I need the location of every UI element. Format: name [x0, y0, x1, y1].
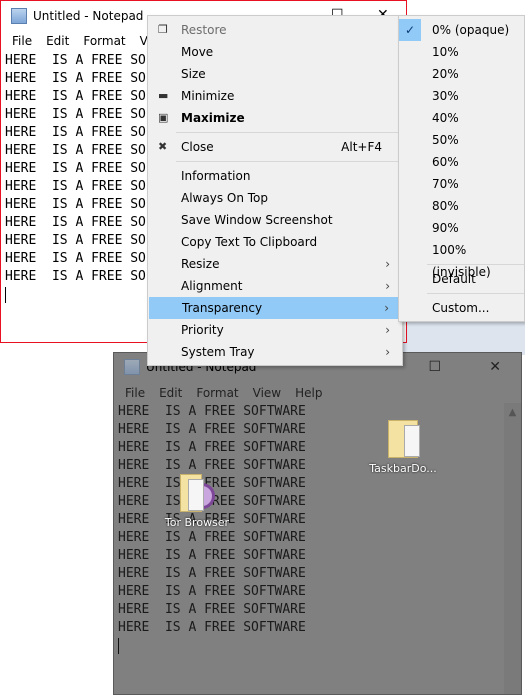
menu-item-information[interactable]: Information	[148, 165, 402, 187]
maximize-icon[interactable]: ☐	[428, 359, 441, 375]
notepad-icon	[124, 359, 140, 375]
menu-item-system-tray[interactable]: System Tray ›	[148, 341, 402, 363]
menu-file[interactable]: File	[5, 34, 39, 48]
text-line: HERE IS A FREE SO	[5, 161, 146, 176]
close-icon: ✖	[158, 140, 168, 153]
tor-icon	[189, 483, 215, 509]
text-line: HERE IS A FREE SOFTWARE	[118, 530, 306, 545]
text-caret	[5, 287, 6, 303]
text-area[interactable]: HERE IS A FREE SO HERE IS A FREE SO HERE I…	[5, 52, 146, 303]
text-line: HERE IS A FREE SO	[5, 107, 146, 122]
text-line: HERE IS A FREE SO	[5, 197, 146, 212]
menu-item-transparency-option[interactable]: 10%	[399, 41, 524, 63]
text-line: HERE IS A FREE SO	[5, 215, 146, 230]
chevron-right-icon: ›	[385, 323, 390, 337]
text-line: HERE IS A FREE SOFTWARE	[118, 422, 306, 437]
menu-item-restore[interactable]: ❐ Restore	[148, 19, 402, 41]
menu-help[interactable]: Help	[288, 386, 329, 400]
menu-item-move[interactable]: Move	[148, 41, 402, 63]
window-context-menu: ❐ Restore Move Size ▬ Minimize ▣ Maximize ✖…	[147, 15, 403, 366]
menu-item-transparency-option[interactable]: ✓ 0% (opaque)	[399, 19, 524, 41]
desktop-icon-label: Tor Browser	[164, 516, 230, 529]
menu-item-minimize[interactable]: ▬ Minimize	[148, 85, 402, 107]
menu-item-transparency-option[interactable]: 60%	[399, 151, 524, 173]
menu-item-transparency-option[interactable]: 30%	[399, 85, 524, 107]
menu-item-copy-text[interactable]: Copy Text To Clipboard	[148, 231, 402, 253]
chevron-right-icon: ›	[384, 301, 389, 315]
text-line: HERE IS A FREE SOFTWARE	[118, 440, 306, 455]
text-line: HERE IS A FREE SO	[5, 71, 146, 86]
menu-item-custom[interactable]: Custom...	[399, 297, 524, 319]
desktop-icon-label: TaskbarDo...	[369, 462, 437, 475]
shortcut-label: Alt+F4	[341, 140, 382, 154]
menu-item-transparency[interactable]: Transparency ›	[149, 297, 401, 319]
text-line: HERE IS A FREE SO	[5, 53, 146, 68]
menu-edit[interactable]: Edit	[152, 386, 189, 400]
separator	[176, 132, 402, 133]
text-caret	[118, 638, 119, 654]
folder-icon	[388, 420, 420, 458]
menu-item-transparency-option[interactable]: 50%	[399, 129, 524, 151]
menu-format[interactable]: Format	[189, 386, 245, 400]
text-line: HERE IS A FREE SO	[5, 251, 146, 266]
menu-item-always-on-top[interactable]: Always On Top	[148, 187, 402, 209]
text-line: HERE IS A FREE SO	[5, 125, 146, 140]
text-line: HERE IS A FREE SOFTWARE	[118, 548, 306, 563]
scroll-up-icon[interactable]: ▲	[504, 407, 521, 418]
separator	[176, 161, 402, 162]
window-title: Untitled - Notepad	[33, 9, 144, 23]
menu-item-transparency-option[interactable]: 100% (invisible)	[399, 239, 524, 279]
vertical-scrollbar[interactable]: ▲	[504, 403, 521, 694]
menu-item-priority[interactable]: Priority ›	[148, 319, 402, 341]
menu-edit[interactable]: Edit	[39, 34, 76, 48]
menu-bar: File Edit Format View Help	[114, 383, 521, 403]
maximize-icon: ▣	[158, 111, 169, 124]
text-line: HERE IS A FREE SOFTWARE	[118, 404, 306, 419]
menu-item-close[interactable]: ✖ Close Alt+F4	[148, 136, 402, 158]
close-icon[interactable]: ✕	[489, 359, 501, 375]
restore-icon: ❐	[158, 23, 168, 36]
chevron-right-icon: ›	[385, 345, 390, 359]
menu-item-maximize[interactable]: ▣ Maximize	[148, 107, 402, 129]
chevron-right-icon: ›	[385, 257, 390, 271]
menu-item-transparency-option[interactable]: 40%	[399, 107, 524, 129]
desktop-icon-folder[interactable]: TaskbarDo...	[368, 420, 438, 475]
menu-item-transparency-option[interactable]: 20%	[399, 63, 524, 85]
desktop-icon-tor-browser[interactable]: Tor Browser	[162, 474, 232, 529]
menu-item-alignment[interactable]: Alignment ›	[148, 275, 402, 297]
text-line: HERE IS A FREE SOFTWARE	[118, 620, 306, 635]
menu-item-transparency-option[interactable]: 90%	[399, 217, 524, 239]
text-line: HERE IS A FREE SO	[5, 143, 146, 158]
transparency-submenu: ✓ 0% (opaque) 10% 20% 30% 40% 50% 60% 70% 80% 90% 1…	[398, 15, 525, 322]
menu-item-save-screenshot[interactable]: Save Window Screenshot	[148, 209, 402, 231]
desktop-background	[403, 320, 525, 355]
menu-file[interactable]: File	[118, 386, 152, 400]
text-line: HERE IS A FREE SOFTWARE	[118, 458, 306, 473]
menu-view[interactable]: View	[246, 386, 288, 400]
text-line: HERE IS A FREE SOFTWARE	[118, 584, 306, 599]
menu-format[interactable]: Format	[76, 34, 132, 48]
text-line: HERE IS A FREE SO	[5, 233, 146, 248]
separator	[427, 293, 524, 294]
text-line: HERE IS A FREE SO	[5, 89, 146, 104]
text-line: HERE IS A FREE SOFTWARE	[118, 602, 306, 617]
menu-item-transparency-option[interactable]: 80%	[399, 195, 524, 217]
minimize-icon: ▬	[158, 89, 169, 102]
checkmark-icon: ✓	[399, 19, 421, 41]
menu-item-size[interactable]: Size	[148, 63, 402, 85]
chevron-right-icon: ›	[385, 279, 390, 293]
menu-item-resize[interactable]: Resize ›	[148, 253, 402, 275]
text-line: HERE IS A FREE SO	[5, 179, 146, 194]
notepad-icon	[11, 8, 27, 24]
text-line: HERE IS A FREE SOFTWARE	[118, 566, 306, 581]
menu-item-default[interactable]: Default	[399, 268, 524, 290]
text-line: HERE IS A FREE SO	[5, 269, 146, 284]
menu-item-transparency-option[interactable]: 70%	[399, 173, 524, 195]
